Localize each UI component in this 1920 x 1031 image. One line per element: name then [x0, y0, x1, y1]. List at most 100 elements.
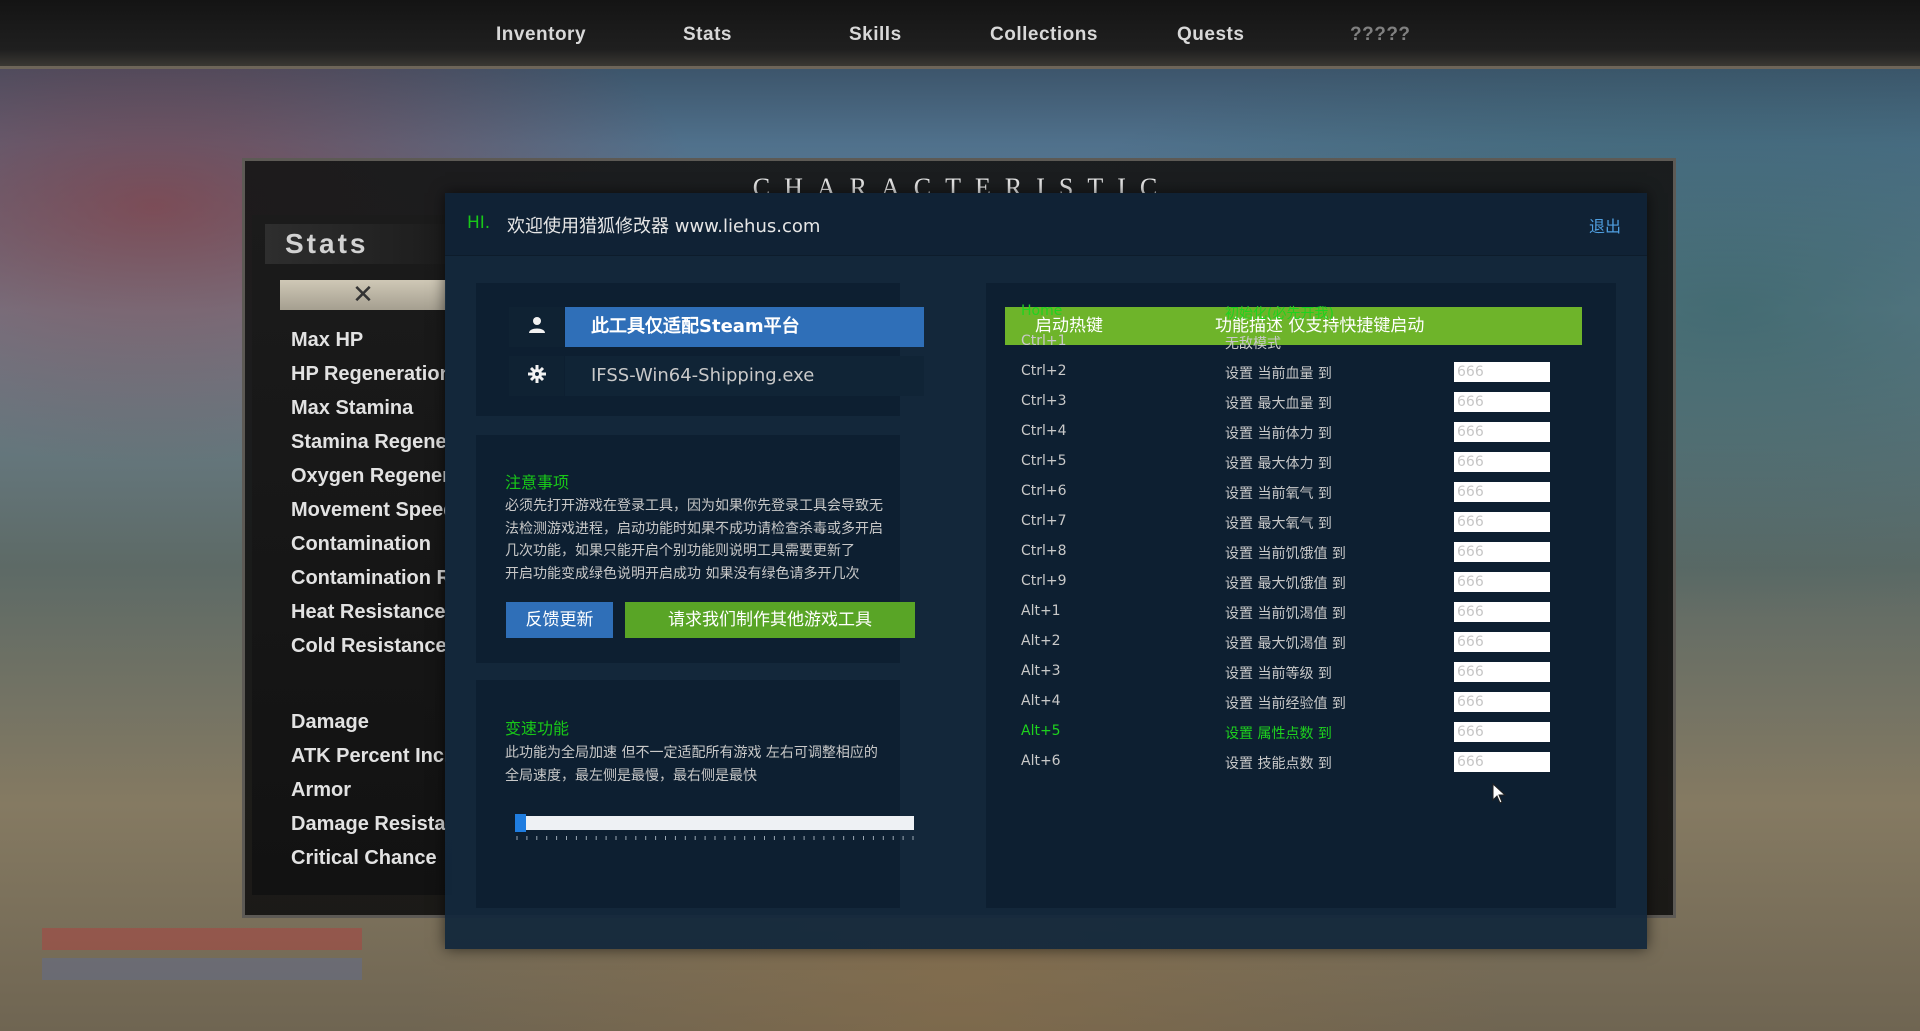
hotkey-description[interactable]: 设置 最大饥饿值 到 — [1225, 573, 1346, 593]
hotkey-description[interactable]: 设置 当前血量 到 — [1225, 363, 1332, 383]
hotkey-description[interactable]: 设置 当前氧气 到 — [1225, 483, 1332, 503]
game-top-bar: Inventory Stats Skills Collections Quest… — [0, 0, 1920, 69]
stat-item[interactable]: Max HP — [291, 329, 446, 352]
hotkey-description[interactable]: 设置 最大氧气 到 — [1225, 513, 1332, 533]
game-nav: Inventory Stats Skills Collections Quest… — [0, 24, 1920, 48]
exit-link[interactable]: 退出 — [1589, 213, 1621, 237]
hotkey-description[interactable]: 设置 最大体力 到 — [1225, 453, 1332, 473]
hotkey-value-input[interactable] — [1454, 452, 1550, 472]
platform-card — [476, 283, 900, 416]
stat-item[interactable]: Movement Speed — [291, 499, 446, 522]
close-icon: ✕ — [352, 280, 374, 310]
process-row: IFSS-Win64-Shipping.exe — [509, 356, 924, 396]
hotkey-value-input[interactable] — [1454, 572, 1550, 592]
nav-unknown[interactable]: ????? — [1350, 24, 1411, 46]
hotkey-key: Ctrl+5 — [1021, 453, 1067, 469]
hotkey-description[interactable]: 设置 当前饥渴值 到 — [1225, 603, 1346, 623]
notice-line: 必须先打开游戏在登录工具，因为如果你先登录工具会导致无 — [505, 498, 883, 514]
hotkey-value-input[interactable] — [1454, 512, 1550, 532]
notice-line: 法检测游戏进程，启动功能时如果不成功请检查杀毒或多开启 — [505, 520, 883, 537]
nav-collections[interactable]: Collections — [990, 24, 1098, 46]
hotkey-description[interactable]: 设置 属性点数 到 — [1225, 723, 1332, 743]
notice-text: 必须先打开游戏在登录工具，因为如果你先登录工具会导致无 法检测游戏进程，启动功能… — [505, 495, 930, 585]
hotkey-description[interactable]: 设置 最大血量 到 — [1225, 393, 1332, 413]
stat-item[interactable]: HP Regeneration — [291, 363, 446, 386]
notice-line: 几次功能，如果只能开启个别功能则说明工具需要更新了 — [505, 543, 855, 559]
welcome-text: 欢迎使用猎狐修改器 www.liehus.com — [507, 216, 821, 237]
stat-item[interactable]: Damage — [291, 711, 446, 734]
stat-item[interactable]: Max Stamina — [291, 397, 446, 420]
hotkey-value-input[interactable] — [1454, 692, 1550, 712]
nav-skills[interactable]: Skills — [849, 24, 902, 46]
hp-bar — [42, 928, 362, 950]
hotkey-description[interactable]: 设置 当前体力 到 — [1225, 423, 1332, 443]
hotkey-key: Alt+6 — [1021, 753, 1061, 769]
speed-slider-ticks — [516, 836, 914, 840]
hotkey-value-input[interactable] — [1454, 422, 1550, 442]
hotkey-value-input[interactable] — [1454, 632, 1550, 652]
process-name: IFSS-Win64-Shipping.exe — [565, 356, 924, 396]
hotkey-value-input[interactable] — [1454, 602, 1550, 622]
hotkey-key: Alt+1 — [1021, 603, 1061, 619]
hotkey-key: Alt+3 — [1021, 663, 1061, 679]
trainer-window: HI. 欢迎使用猎狐修改器 www.liehus.com 退出 此工具仅适配St… — [445, 193, 1647, 949]
notice-title: 注意事项 — [505, 473, 570, 492]
hotkey-value-input[interactable] — [1454, 542, 1550, 562]
hotkey-key: Ctrl+8 — [1021, 543, 1067, 559]
hotkey-key: Ctrl+3 — [1021, 393, 1067, 409]
mouse-cursor-icon — [1492, 783, 1507, 804]
speed-slider-handle[interactable] — [515, 814, 526, 832]
speed-line: 全局速度，最左侧是最慢，最右侧是最快 — [505, 767, 757, 784]
user-icon — [509, 307, 564, 347]
hotkey-key: Alt+5 — [1021, 723, 1061, 739]
stat-item[interactable]: Heat Resistance — [291, 601, 446, 624]
hotkey-value-input[interactable] — [1454, 482, 1550, 502]
hotkey-description[interactable]: 设置 当前饥饿值 到 — [1225, 543, 1346, 563]
hotkey-key: Ctrl+4 — [1021, 423, 1067, 439]
hotkey-description[interactable]: 初始化(必先开我) — [1225, 303, 1334, 323]
speed-slider-track[interactable] — [516, 816, 914, 830]
stat-item[interactable]: Contamination — [291, 533, 446, 556]
nav-stats[interactable]: Stats — [683, 24, 732, 46]
nav-quests[interactable]: Quests — [1177, 24, 1244, 46]
hotkey-key: Home — [1021, 303, 1063, 319]
nav-inventory[interactable]: Inventory — [496, 24, 586, 46]
hotkey-description[interactable]: 设置 当前经验值 到 — [1225, 693, 1346, 713]
hotkey-key: Ctrl+2 — [1021, 363, 1067, 379]
speed-text: 此功能为全局加速 但不一定适配所有游戏 左右可调整相应的 全局速度，最左侧是最慢… — [505, 742, 930, 787]
trainer-header: HI. 欢迎使用猎狐修改器 www.liehus.com 退出 — [445, 193, 1647, 256]
hotkey-key: Ctrl+1 — [1021, 333, 1067, 349]
hotkey-key: Ctrl+6 — [1021, 483, 1067, 499]
gear-icon — [509, 356, 564, 396]
feedback-button[interactable]: 反馈更新 — [506, 602, 613, 638]
hotkey-value-input[interactable] — [1454, 392, 1550, 412]
stats-heading: Stats — [265, 224, 447, 264]
hotkey-value-input[interactable] — [1454, 722, 1550, 742]
hotkey-value-input[interactable] — [1454, 362, 1550, 382]
hotkey-description[interactable]: 设置 当前等级 到 — [1225, 663, 1332, 683]
notice-line: 开启功能变成绿色说明开启成功 如果没有绿色请多开几次 — [505, 565, 860, 582]
platform-note: 此工具仅适配Steam平台 — [565, 307, 924, 347]
hotkey-description[interactable]: 设置 最大饥渴值 到 — [1225, 633, 1346, 653]
stat-item[interactable]: Critical Chance — [291, 847, 446, 870]
stat-item[interactable]: Cold Resistance — [291, 635, 446, 658]
stat-item[interactable]: Oxygen Regeneration — [291, 465, 446, 488]
stamina-bar — [42, 958, 362, 980]
stats-close-button[interactable]: ✕ — [280, 280, 446, 310]
speed-title: 变速功能 — [505, 719, 570, 738]
stat-item[interactable]: Contamination Resistance — [291, 567, 446, 590]
stat-item[interactable]: Armor — [291, 779, 446, 802]
stat-item[interactable]: Damage Resistance — [291, 813, 446, 836]
stat-item[interactable]: ATK Percent Increase — [291, 745, 446, 768]
hotkey-key: Alt+2 — [1021, 633, 1061, 649]
hotkey-key: Alt+4 — [1021, 693, 1061, 709]
hotkey-description[interactable]: 设置 技能点数 到 — [1225, 753, 1332, 773]
stat-item[interactable]: Stamina Regeneration — [291, 431, 446, 454]
hotkey-value-input[interactable] — [1454, 662, 1550, 682]
hotkey-key: Ctrl+7 — [1021, 513, 1067, 529]
hotkey-description[interactable]: 无敌模式 — [1225, 333, 1281, 353]
hotkey-value-input[interactable] — [1454, 752, 1550, 772]
request-tool-button[interactable]: 请求我们制作其他游戏工具 — [625, 602, 915, 638]
hi-label: HI. — [467, 213, 491, 233]
platform-row: 此工具仅适配Steam平台 — [509, 307, 924, 347]
